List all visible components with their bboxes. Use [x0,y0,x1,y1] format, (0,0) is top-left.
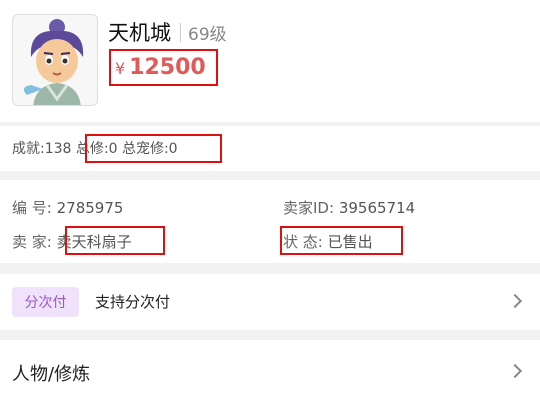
item-id-value: 2785975 [56,199,124,217]
seller-id-value: 39565714 [338,199,416,217]
installment-row[interactable]: 分次付 支持分次付 [0,274,540,330]
installment-text: 支持分次付 [95,293,171,311]
price-value: 12500 [129,55,206,80]
achievement-row: 成就:138 总修:0 总宠修:0 [0,126,540,171]
installment-badge: 分次付 [12,287,79,317]
price-highlight: ¥ 12500 [109,49,218,86]
title-divider [180,22,181,42]
character-avatar[interactable] [12,14,98,106]
chevron-right-icon [507,363,523,379]
cultivation-highlight [85,134,222,163]
server-name: 天机城 [108,21,171,45]
item-id-field: 编 号: 2785975 [12,197,123,218]
title-row: 天机城 69级 [108,18,227,46]
character-portrait-icon [23,19,84,105]
role-summary-card: 天机城 69级 ¥ 12500 [0,0,540,122]
character-cultivation-label: 人物/修炼 [12,364,91,385]
seller-label: 卖 家: [12,233,52,251]
role-level: 69级 [188,24,227,45]
status-highlight [280,226,403,255]
item-id-label: 编 号: [12,199,52,217]
seller-highlight [65,226,165,255]
price-currency: ¥ [115,59,126,78]
seller-id-label: 卖家ID: [283,199,335,217]
seller-id-field: 卖家ID: 39565714 [283,197,415,218]
character-cultivation-row[interactable]: 人物/修炼 [0,340,540,408]
chevron-right-icon [507,293,523,309]
trade-info-card: 编 号: 2785975 卖家ID: 39565714 卖 家: 卖天科扇子 状… [0,180,540,263]
